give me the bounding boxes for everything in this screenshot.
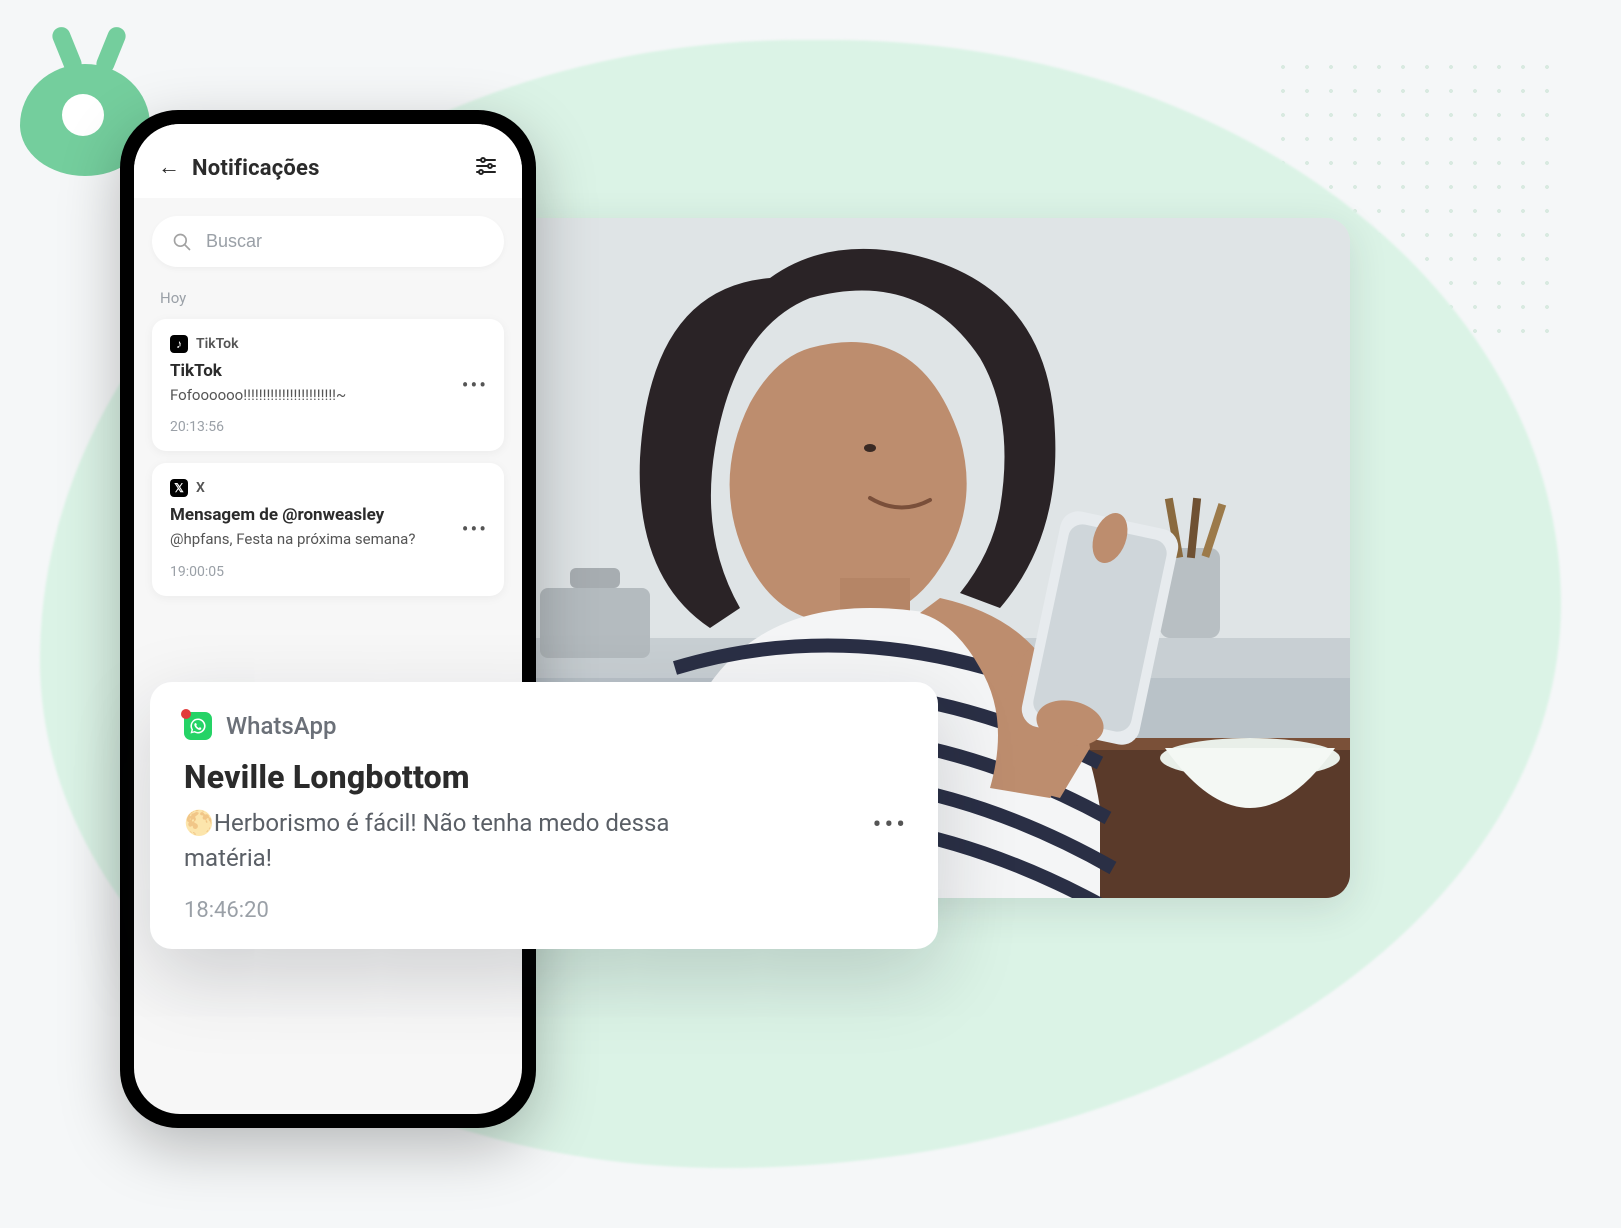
notification-body: @hpfans, Festa na próxima semana? [170,529,450,549]
notification-body: Fofoooooo!!!!!!!!!!!!!!!!!!!!!!!!~ [170,385,450,405]
notification-card[interactable]: ♪ TikTok TikTok Fofoooooo!!!!!!!!!!!!!!!… [152,319,504,451]
filter-icon[interactable] [474,154,498,182]
whatsapp-icon [184,712,212,740]
notification-body: 🌕Herborismo é fácil! Não tenha medo dess… [184,806,744,876]
app-header: ← Notificações [134,124,522,198]
search-input[interactable] [204,230,484,253]
search-icon [172,232,192,252]
app-name: TikTok [196,336,239,352]
app-name: WhatsApp [226,712,336,740]
phone-frame: ← Notificações Hoy ♪ TikTok TikTok Fofoo… [120,110,536,1128]
page-title: Notificações [192,156,462,181]
notification-time: 19:00:05 [170,564,486,580]
notification-title: Mensagem de @ronweasley [170,505,486,525]
unread-badge-icon [181,709,191,719]
notification-title: Neville Longbottom [184,758,904,796]
x-icon: 𝕏 [170,479,188,497]
search-bar[interactable] [152,216,504,267]
back-icon[interactable]: ← [158,157,180,179]
notification-time: 18:46:20 [184,898,904,923]
phone-screen: ← Notificações Hoy ♪ TikTok TikTok Fofoo… [134,124,522,1114]
more-icon[interactable]: ••• [462,373,488,397]
notification-card[interactable]: 𝕏 X Mensagem de @ronweasley @hpfans, Fes… [152,463,504,595]
highlight-notification-card[interactable]: WhatsApp Neville Longbottom 🌕Herborismo … [150,682,938,949]
app-name: X [196,480,205,496]
section-label: Hoy [160,289,496,307]
notification-time: 20:13:56 [170,419,486,435]
tiktok-icon: ♪ [170,335,188,353]
more-icon[interactable]: ••• [873,810,908,840]
notification-title: TikTok [170,361,486,381]
more-icon[interactable]: ••• [462,517,488,541]
